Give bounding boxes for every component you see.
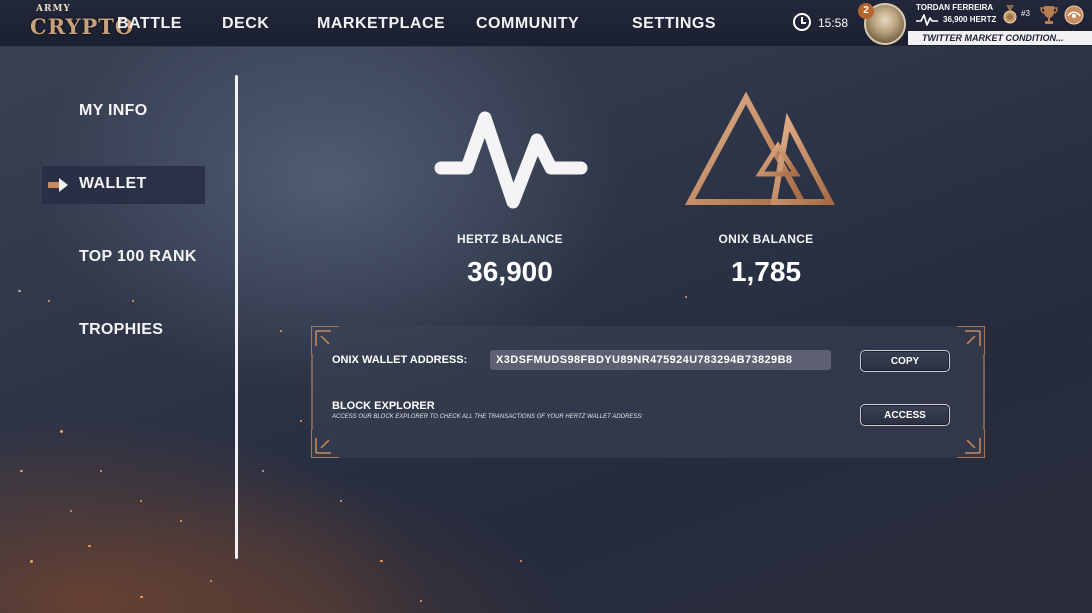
nav-battle[interactable]: BATTLE [117,15,182,33]
sidebar-item-trophies[interactable]: TROPHIES [79,321,163,339]
onix-balance-label: ONIX BALANCE [718,232,814,246]
nav-deck[interactable]: DECK [222,15,269,33]
clock-time: 15:58 [818,16,849,30]
access-button[interactable]: ACCESS [860,404,950,426]
arrow-right-icon [48,178,68,192]
sidebar-divider [235,75,238,559]
hertz-balance-label: HERTZ BALANCE [457,232,563,246]
pulse-icon [916,14,938,26]
user-hertz-balance: 36,900 HERTZ [943,15,997,24]
logo-top-text: ARMY [36,4,71,14]
nav-settings[interactable]: SETTINGS [632,15,716,33]
copy-button[interactable]: COPY [860,350,950,372]
coin-icon[interactable] [1063,5,1085,25]
ornamental-frame [311,326,985,458]
sidebar-item-top-100-rank[interactable]: TOP 100 RANK [79,248,197,266]
block-explorer-title: BLOCK EXPLORER [332,400,435,412]
wallet-address-field[interactable]: X3DSFMUDS98FBDYU89NR475924U783294B73829B… [490,350,831,370]
block-explorer-description: ACCESS OUR BLOCK EXPLORER TO CHECK ALL T… [332,414,643,420]
top-navigation-bar: ARMY CRYPTO BATTLE DECK MARKETPLACE COMM… [0,0,1092,47]
wallet-address-label: ONIX WALLET ADDRESS: [332,354,468,366]
level-badge: 2 [858,3,874,19]
wallet-panel: ONIX WALLET ADDRESS: X3DSFMUDS98FBDYU89N… [311,326,985,458]
sidebar-item-wallet[interactable]: WALLET [79,175,147,193]
player-rank: #3 [1021,9,1030,18]
sidebar-item-my-info[interactable]: MY INFO [79,102,147,120]
hertz-balance-value: 36,900 [467,256,553,287]
triangle-logo-icon [684,92,835,205]
market-ticker[interactable]: TWITTER MARKET CONDITION... [908,31,1092,45]
clock-icon [793,13,811,31]
username: TORDAN FERREIRA [916,3,994,12]
pulse-icon [434,111,588,209]
trophy-icon[interactable] [1040,5,1058,25]
medal-icon[interactable] [1002,5,1018,25]
nav-marketplace[interactable]: MARKETPLACE [317,15,445,33]
nav-community[interactable]: COMMUNITY [476,15,579,33]
onix-balance-value: 1,785 [730,256,802,287]
game-logo[interactable]: ARMY CRYPTO [28,4,133,42]
